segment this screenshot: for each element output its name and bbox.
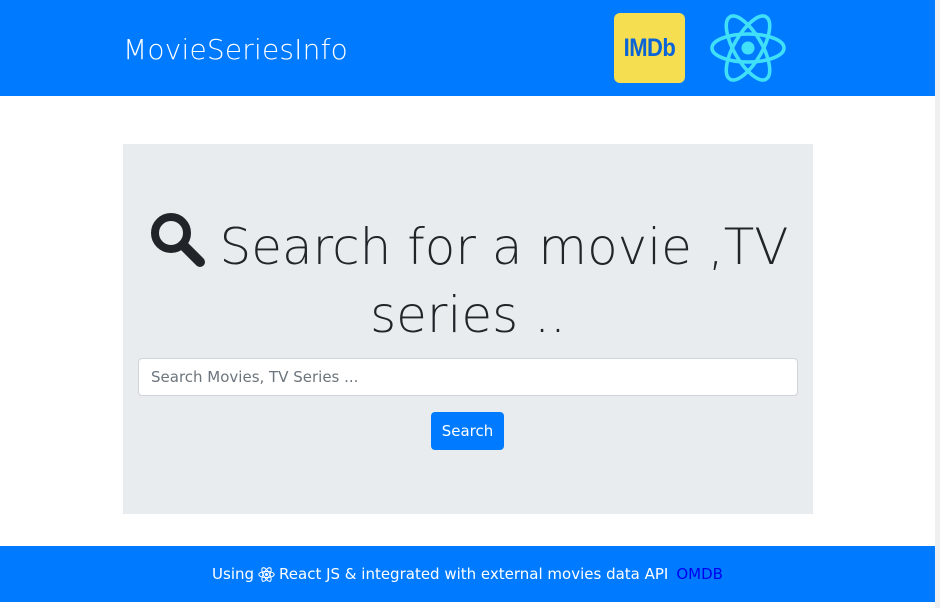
brand-link[interactable]: MovieSeriesInfo (123, 30, 348, 70)
footer: Using React JS & integrated with externa… (0, 546, 935, 602)
headline-text: Search for a movie ,TV series .. (219, 218, 789, 344)
imdb-logo-text: IMDb (623, 33, 676, 62)
omdb-link[interactable]: OMDB (676, 565, 723, 583)
search-button[interactable]: Search (431, 412, 504, 450)
imdb-logo[interactable]: IMDb (614, 13, 685, 83)
navbar: MovieSeriesInfo IMDb (0, 0, 935, 96)
react-atom-icon (258, 566, 275, 582)
search-jumbotron: Search for a movie ,TV series .. Search (123, 144, 813, 514)
footer-text: React JS & integrated with external movi… (279, 565, 669, 583)
search-icon (150, 213, 205, 267)
scrollbar-track[interactable] (935, 0, 940, 608)
react-atom-icon (710, 14, 786, 82)
page-title: Search for a movie ,TV series .. (143, 210, 793, 349)
footer-prefix: Using (212, 565, 255, 583)
search-input[interactable] (138, 358, 798, 396)
